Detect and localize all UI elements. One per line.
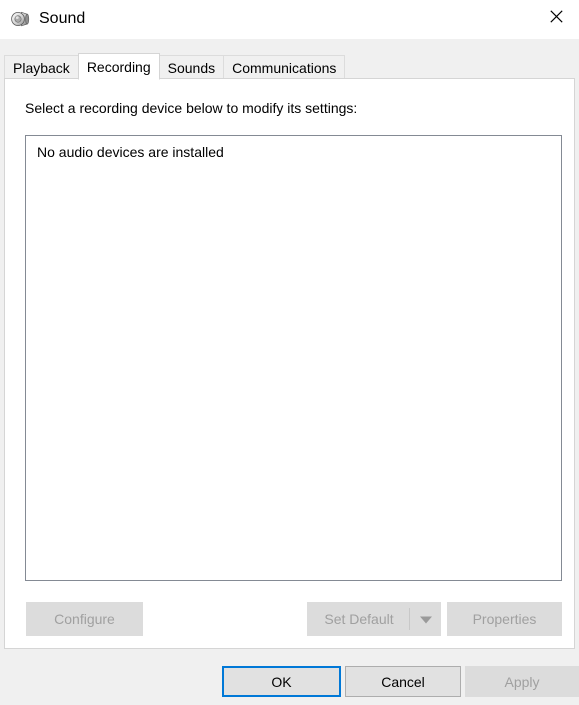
set-default-button[interactable]: Set Default: [307, 602, 411, 636]
apply-button-label: Apply: [504, 673, 540, 690]
properties-button[interactable]: Properties: [447, 602, 562, 636]
device-list-empty-message: No audio devices are installed: [37, 144, 224, 160]
panel-instruction: Select a recording device below to modif…: [25, 100, 358, 116]
device-list[interactable]: No audio devices are installed: [25, 135, 562, 581]
title-bar: Sound: [0, 0, 579, 39]
chevron-down-icon: [420, 611, 432, 627]
close-icon[interactable]: [533, 0, 579, 32]
tab-recording[interactable]: Recording: [77, 53, 160, 80]
dialog-footer: OK Cancel Apply: [0, 649, 579, 705]
set-default-button-label: Set Default: [324, 611, 394, 627]
cancel-button-label: Cancel: [381, 673, 425, 690]
tab-communications[interactable]: Communications: [223, 55, 346, 79]
ok-button-label: OK: [271, 673, 292, 690]
speaker-icon: [10, 8, 32, 30]
set-default-dropdown-button[interactable]: [411, 602, 441, 636]
tab-communications-label: Communications: [232, 59, 337, 76]
tab-sounds[interactable]: Sounds: [158, 55, 225, 79]
tab-playback-label: Playback: [13, 59, 70, 76]
tab-recording-label: Recording: [86, 58, 151, 75]
tab-sounds-label: Sounds: [167, 59, 216, 76]
properties-button-label: Properties: [472, 611, 537, 627]
split-button-divider: [409, 608, 410, 630]
configure-button[interactable]: Configure: [26, 602, 143, 636]
configure-button-label: Configure: [54, 611, 115, 627]
set-default-split-button: Set Default: [307, 602, 441, 636]
window-title: Sound: [39, 10, 86, 27]
tab-panel-recording: Select a recording device below to modif…: [4, 78, 575, 649]
tab-playback[interactable]: Playback: [4, 55, 79, 79]
tab-strip: Playback Recording Sounds Communications: [4, 52, 575, 80]
apply-button[interactable]: Apply: [465, 666, 579, 697]
cancel-button[interactable]: Cancel: [345, 666, 461, 697]
ok-button[interactable]: OK: [222, 666, 341, 697]
